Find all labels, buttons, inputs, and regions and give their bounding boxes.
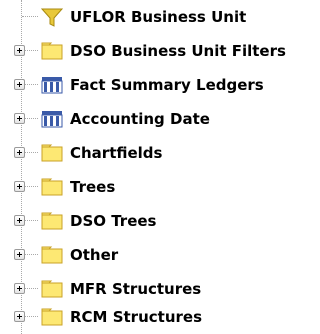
folder-icon	[41, 212, 63, 230]
folder-icon	[41, 144, 63, 162]
tree-item-rcm-structures[interactable]: RCM Structures	[0, 300, 297, 334]
expand-icon[interactable]	[14, 311, 25, 322]
expand-icon[interactable]	[14, 113, 25, 124]
folder-icon	[41, 42, 63, 60]
tree-item-label: Other	[70, 246, 119, 264]
table-icon	[41, 111, 63, 128]
expand-icon[interactable]	[14, 283, 25, 294]
tree-item-label: DSO Business Unit Filters	[70, 42, 286, 60]
tree-item-label: RCM Structures	[70, 308, 202, 326]
filter-icon	[40, 8, 64, 27]
tree-item-accounting-date[interactable]: Accounting Date	[0, 102, 297, 136]
navigation-tree: UFLOR Business Unit DSO Business Unit Fi…	[0, 0, 297, 334]
folder-icon	[41, 280, 63, 298]
expand-icon[interactable]	[14, 249, 25, 260]
tree-item-chartfields[interactable]: Chartfields	[0, 136, 297, 170]
expand-icon[interactable]	[14, 181, 25, 192]
expand-icon[interactable]	[14, 147, 25, 158]
expand-icon[interactable]	[14, 45, 25, 56]
expand-icon[interactable]	[14, 79, 25, 90]
expand-icon[interactable]	[14, 215, 25, 226]
folder-icon	[41, 178, 63, 196]
tree-item-uflor-business-unit[interactable]: UFLOR Business Unit	[0, 0, 297, 34]
tree-item-label: Fact Summary Ledgers	[70, 76, 264, 94]
table-icon	[41, 77, 63, 94]
tree-branch-line	[22, 16, 38, 17]
tree-item-other[interactable]: Other	[0, 238, 297, 272]
tree-item-label: Chartfields	[70, 144, 163, 162]
tree-item-dso-business-unit-filters[interactable]: DSO Business Unit Filters	[0, 34, 297, 68]
tree-item-label: DSO Trees	[70, 212, 157, 230]
tree-item-fact-summary-ledgers[interactable]: Fact Summary Ledgers	[0, 68, 297, 102]
tree-item-trees[interactable]: Trees	[0, 170, 297, 204]
folder-icon	[41, 246, 63, 264]
tree-item-label: Trees	[70, 178, 116, 196]
folder-icon	[41, 308, 63, 326]
tree-item-label: UFLOR Business Unit	[70, 8, 247, 26]
tree-item-label: Accounting Date	[70, 110, 210, 128]
tree-item-dso-trees[interactable]: DSO Trees	[0, 204, 297, 238]
